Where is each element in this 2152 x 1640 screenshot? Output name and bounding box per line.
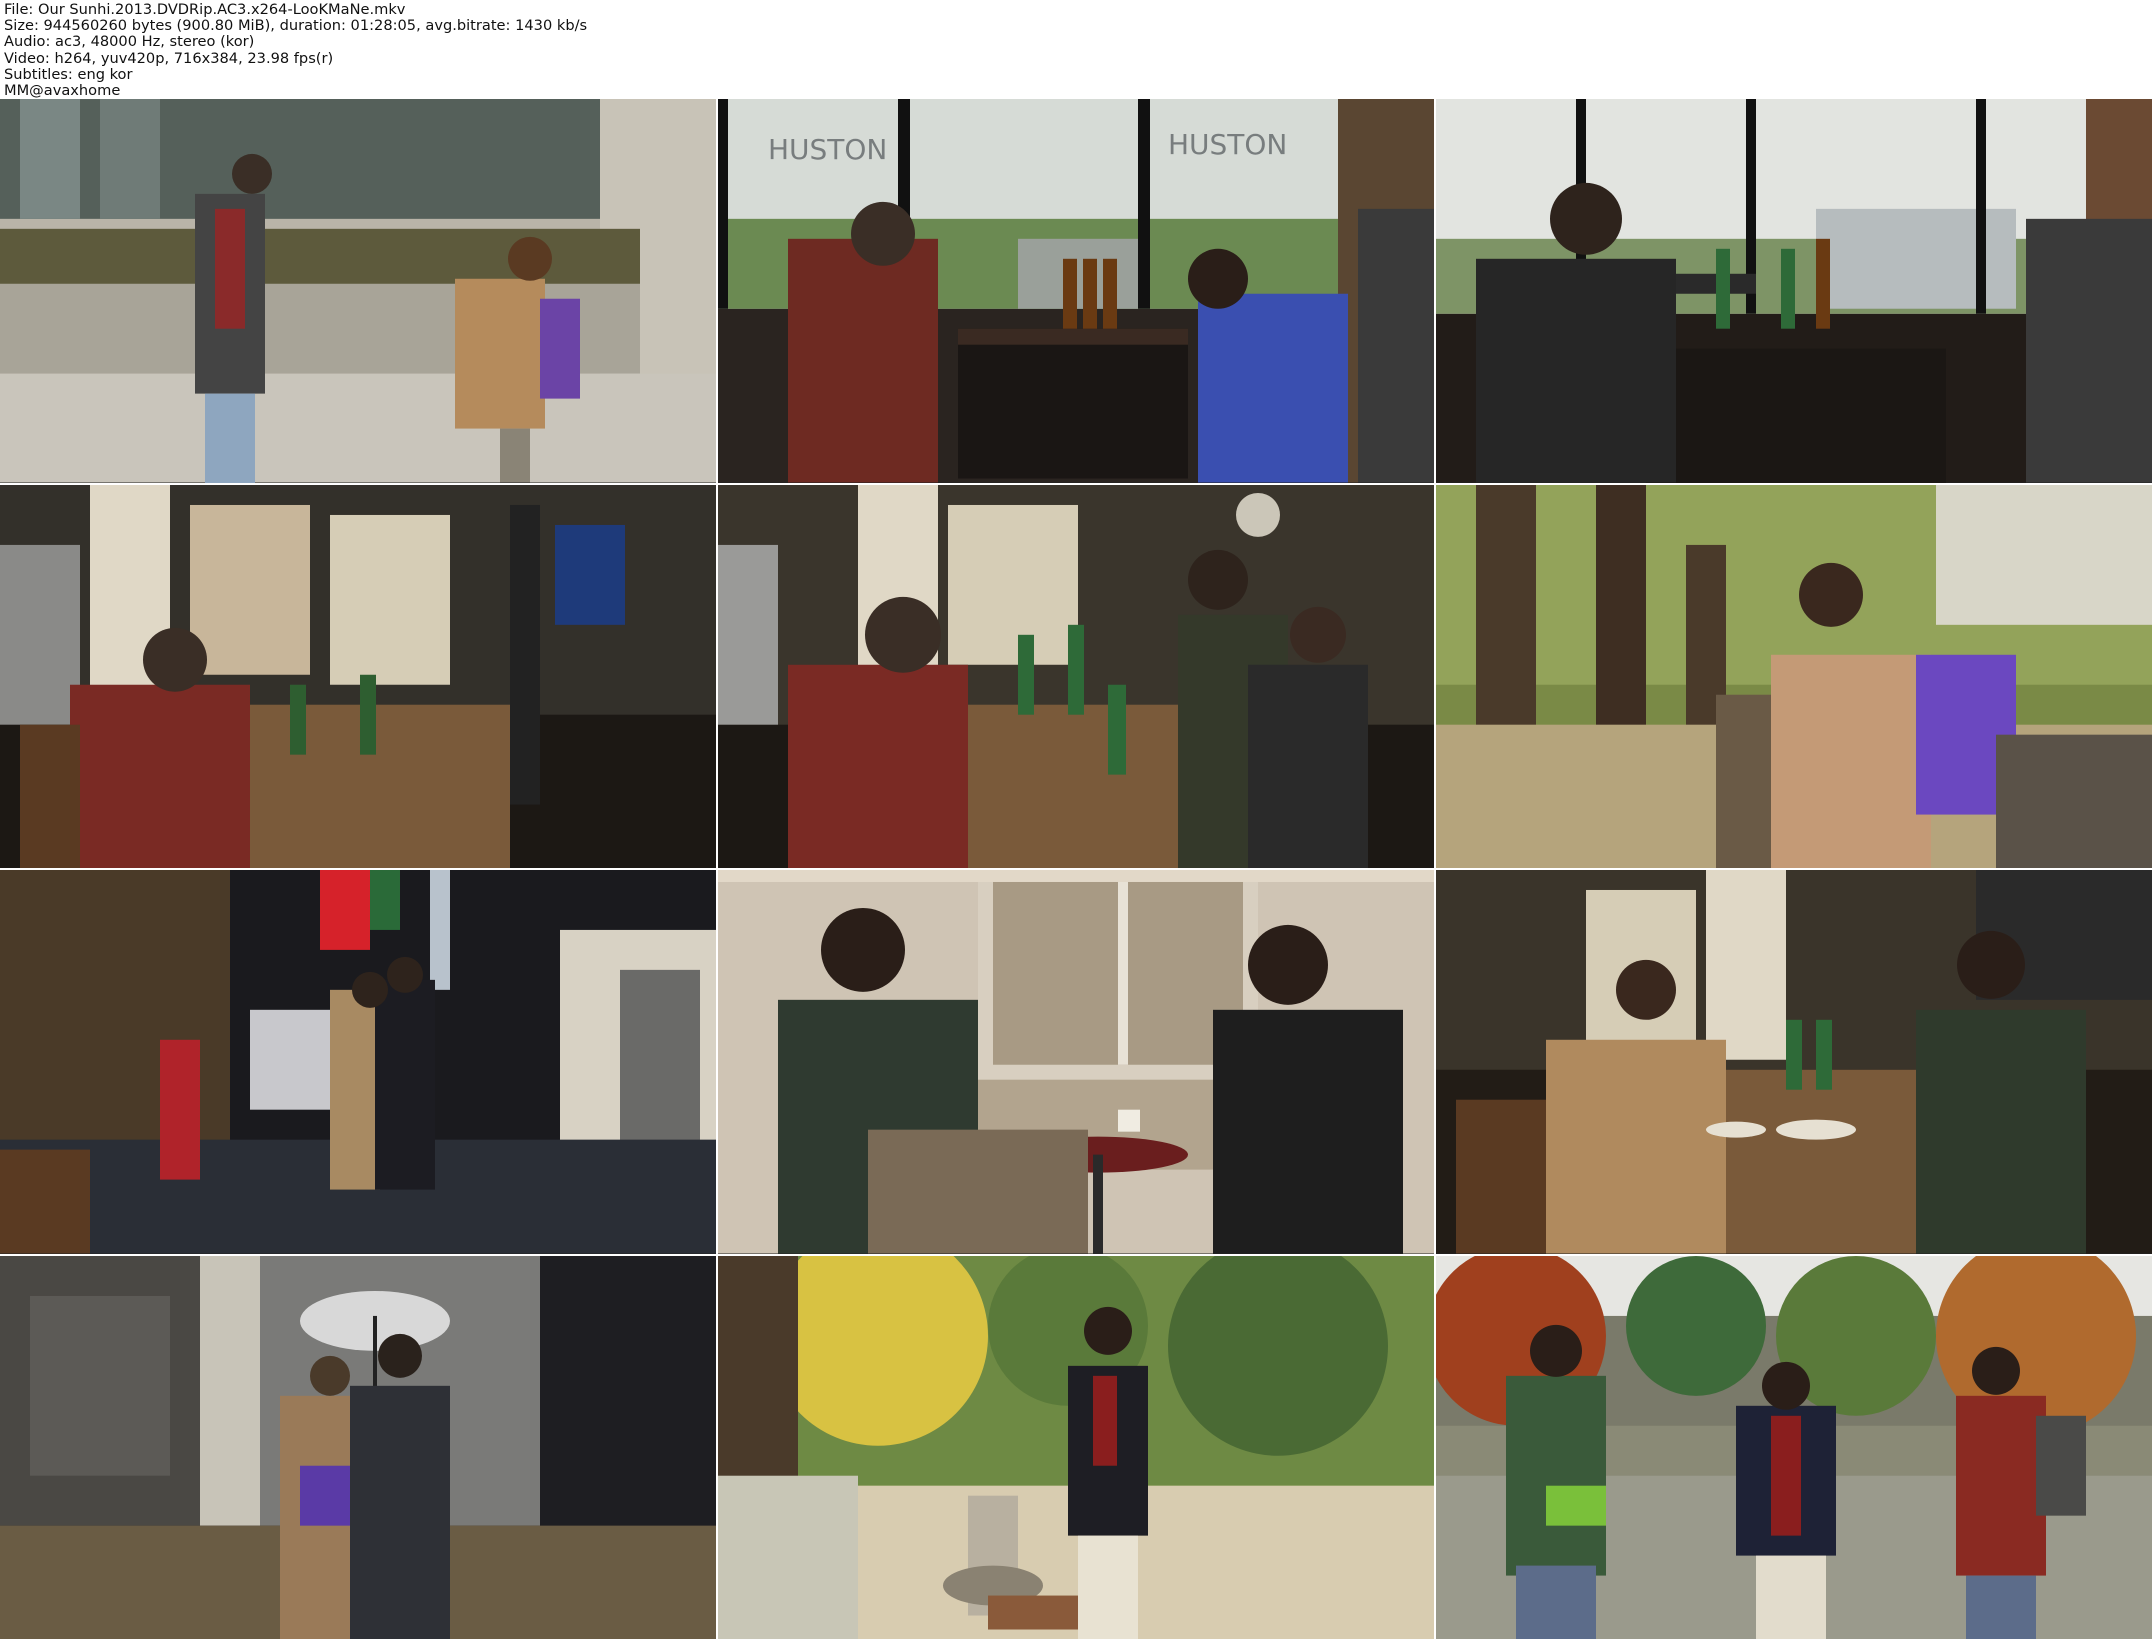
thumbnail-bar-man-drinking [0, 484, 716, 868]
file-size-line: Size: 944560260 bytes (900.80 MiB), dura… [4, 17, 588, 35]
subtitles-line: Subtitles: eng kor [4, 65, 133, 83]
file-info-header: File: Our Sunhi.2013.DVDRip.AC3.x264-Loo… [4, 1, 588, 100]
thumbnail-cafe-man-alone [1436, 99, 2152, 483]
thumbnail-bar-woman-man [1436, 870, 2152, 1254]
thumbnail-park-man-phone [718, 1255, 1434, 1639]
thumbnail-night-couple-umbrella [0, 1255, 716, 1639]
thumbnail-pond-three-men [1436, 1255, 2152, 1639]
cafe-window-text-1: HUSTON [768, 133, 887, 166]
thumbnail-grid: HUSTON HUSTON [0, 99, 2152, 1639]
thumbnail-cafe-two-men [718, 870, 1434, 1254]
file-name-line: File: Our Sunhi.2013.DVDRip.AC3.x264-Loo… [4, 1, 406, 18]
video-line: Video: h264, yuv420p, 716x384, 23.98 fps… [4, 49, 334, 67]
thumbnail-cafe-window-couple: HUSTON HUSTON [718, 99, 1434, 483]
audio-line: Audio: ac3, 48000 Hz, stereo (kor) [4, 33, 255, 51]
credit-line: MM@avaxhome [4, 82, 121, 100]
thumbnail-night-alley-couple [0, 870, 716, 1254]
thumbnail-bar-three-people [718, 484, 1434, 868]
cafe-window-text-2: HUSTON [1168, 128, 1287, 161]
thumbnail-park-woman-phone [1436, 484, 2152, 868]
thumbnail-street-two-people [0, 99, 716, 483]
